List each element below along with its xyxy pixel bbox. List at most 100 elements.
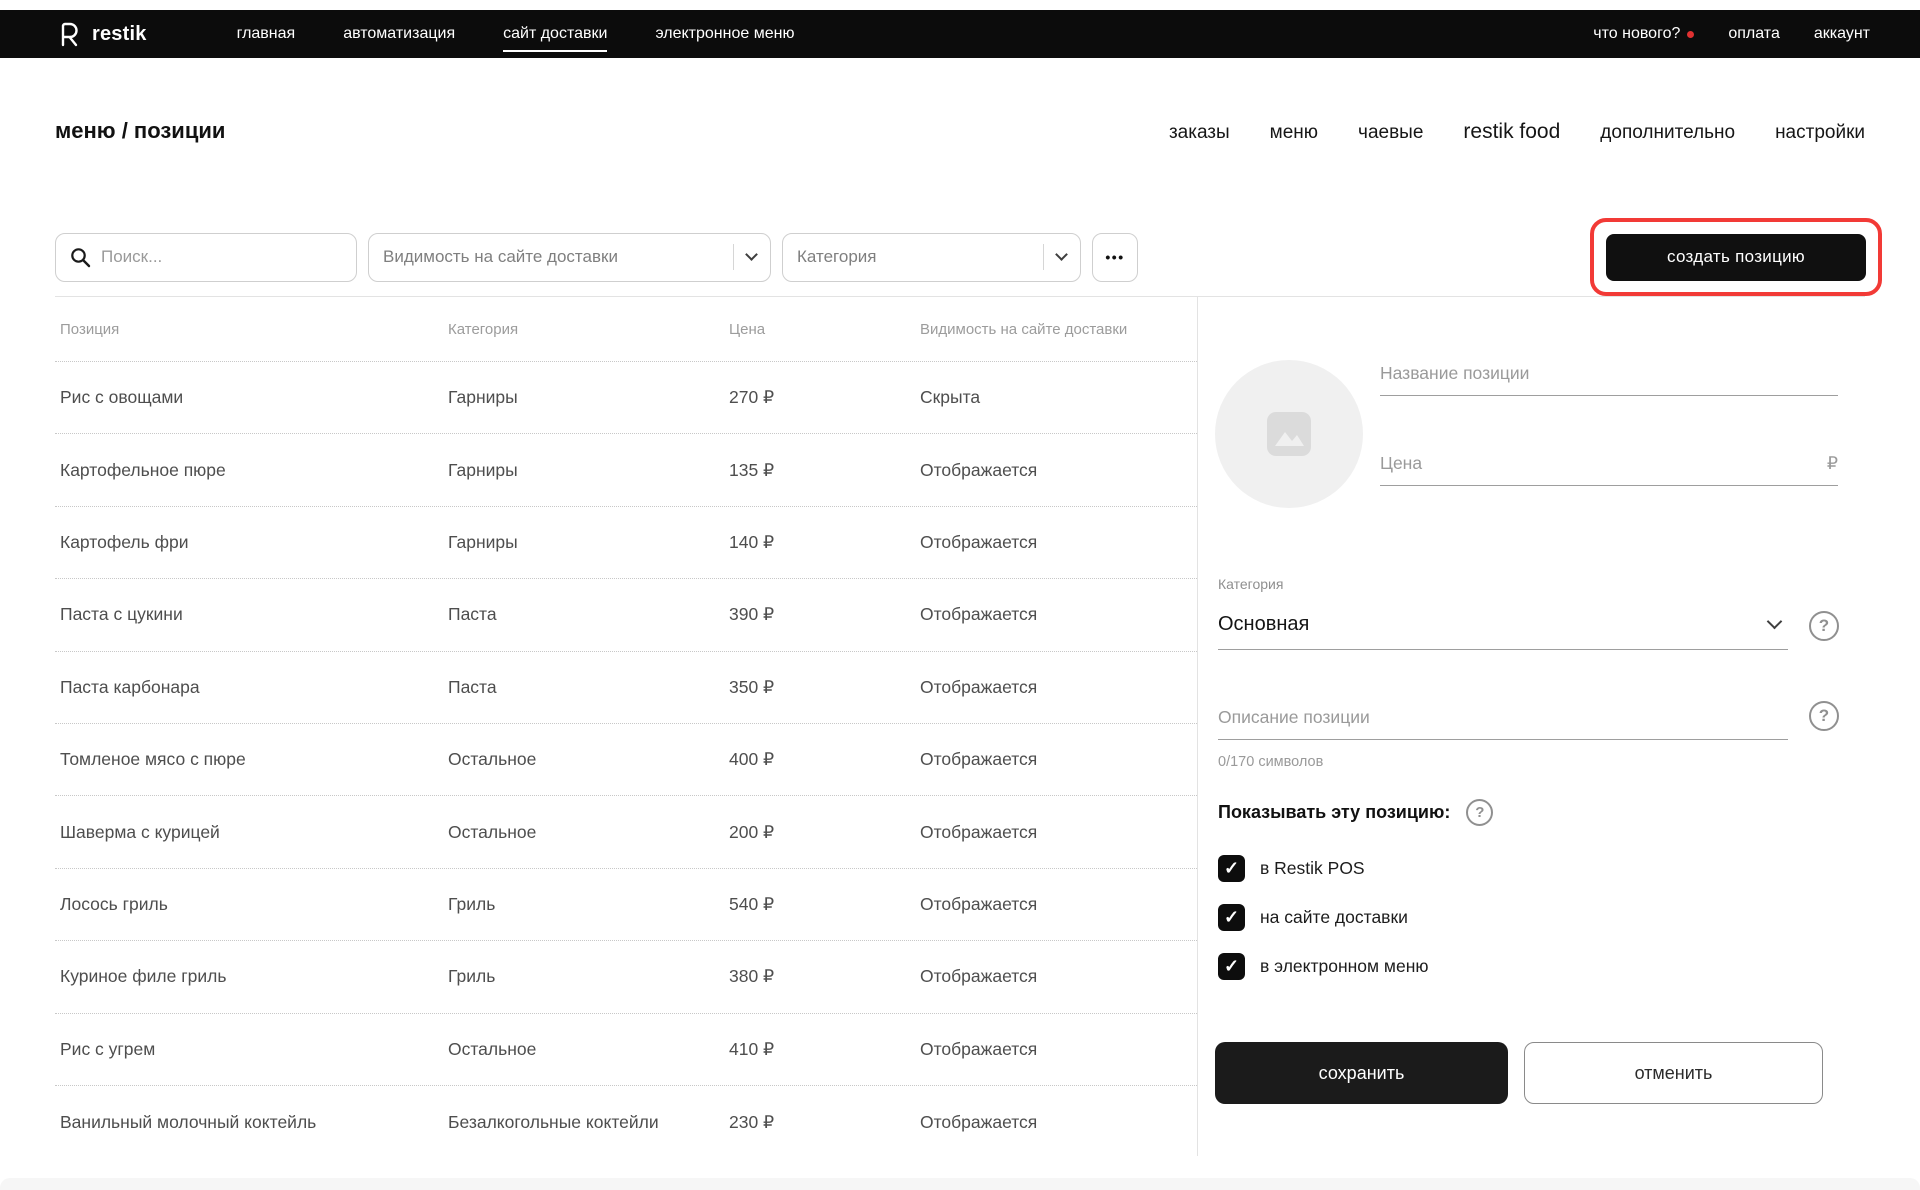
chevron-down-icon — [745, 248, 758, 261]
cell-visibility: Отображается — [920, 532, 1197, 553]
cell-category: Гриль — [448, 894, 729, 915]
create-position-button[interactable]: создать позицию — [1606, 234, 1866, 281]
cell-position: Картофельное пюре — [60, 460, 448, 481]
image-placeholder-icon — [1263, 408, 1315, 460]
cell-position: Картофель фри — [60, 532, 448, 553]
search-input[interactable]: Поиск... — [55, 233, 357, 282]
cell-visibility: Отображается — [920, 966, 1197, 987]
restik-logo[interactable]: restik — [55, 19, 147, 49]
dropdown-controls — [733, 244, 756, 270]
show-position-section: Показывать эту позицию: ? — [1218, 799, 1493, 826]
more-filters-button[interactable]: ••• — [1092, 233, 1138, 282]
position-price-field[interactable]: Цена ₽ — [1380, 436, 1838, 486]
cell-category: Паста — [448, 677, 729, 698]
cell-category: Гарниры — [448, 460, 729, 481]
checkbox-electronic-menu[interactable]: ✓ в электронном меню — [1218, 953, 1429, 980]
tab-settings[interactable]: настройки — [1775, 122, 1865, 144]
table-row[interactable]: Томленое мясо с пюре Остальное 400 ₽ Ото… — [55, 724, 1197, 796]
cell-category: Остальное — [448, 749, 729, 770]
topnav-item-delivery-site[interactable]: сайт доставки — [503, 25, 607, 43]
checkbox-delivery-site[interactable]: ✓ на сайте доставки — [1218, 904, 1408, 931]
table-row[interactable]: Картофельное пюре Гарниры 135 ₽ Отобража… — [55, 434, 1197, 506]
category-selected-value: Основная — [1218, 613, 1309, 636]
positions-table: Позиция Категория Цена Видимость на сайт… — [55, 297, 1197, 1158]
position-description-field[interactable]: Описание позиции — [1218, 692, 1788, 740]
cell-visibility: Отображается — [920, 1112, 1197, 1133]
cell-position: Лосось гриль — [60, 894, 448, 915]
cell-position: Томленое мясо с пюре — [60, 749, 448, 770]
search-icon — [70, 247, 91, 268]
cell-position: Куриное филе гриль — [60, 966, 448, 987]
table-row[interactable]: Ванильный молочный коктейль Безалкогольн… — [55, 1086, 1197, 1158]
filters-toolbar: Поиск... Видимость на сайте доставки Кат… — [55, 232, 1865, 282]
category-help-icon[interactable]: ? — [1809, 611, 1839, 641]
category-filter-dropdown[interactable]: Категория — [782, 233, 1081, 282]
position-name-field[interactable]: Название позиции — [1380, 346, 1838, 396]
table-row[interactable]: Паста с цукини Паста 390 ₽ Отображается — [55, 579, 1197, 651]
cell-price: 135 ₽ — [729, 460, 920, 481]
column-header-position: Позиция — [60, 321, 448, 338]
position-photo-upload[interactable] — [1215, 360, 1363, 508]
checkbox-label: в электронном меню — [1260, 956, 1429, 977]
topnav-item-automation[interactable]: автоматизация — [343, 25, 455, 43]
table-row[interactable]: Паста карбонара Паста 350 ₽ Отображается — [55, 652, 1197, 724]
column-header-category: Категория — [448, 321, 729, 338]
cell-category: Безалкогольные коктейли — [448, 1112, 729, 1133]
topnav-item-emenu[interactable]: электронное меню — [655, 25, 794, 43]
topnav-item-main[interactable]: главная — [237, 25, 296, 43]
table-row[interactable]: Шаверма с курицей Остальное 200 ₽ Отобра… — [55, 796, 1197, 868]
checkbox-restik-pos[interactable]: ✓ в Restik POS — [1218, 855, 1365, 882]
brand-name: restik — [92, 23, 147, 46]
tab-menu[interactable]: меню — [1270, 122, 1318, 144]
show-position-label: Показывать эту позицию: — [1218, 802, 1450, 823]
table-row[interactable]: Лосось гриль Гриль 540 ₽ Отображается — [55, 869, 1197, 941]
cell-visibility: Отображается — [920, 894, 1197, 915]
cell-position: Шаверма с курицей — [60, 822, 448, 843]
show-position-help-icon[interactable]: ? — [1466, 799, 1493, 826]
description-help-icon[interactable]: ? — [1809, 701, 1839, 731]
whats-new-link[interactable]: что нового? — [1593, 25, 1694, 43]
restik-logo-icon — [55, 19, 83, 49]
notification-dot-icon — [1687, 31, 1694, 38]
category-select[interactable]: Основная — [1218, 600, 1788, 650]
cell-visibility: Отображается — [920, 604, 1197, 625]
save-button[interactable]: сохранить — [1215, 1042, 1508, 1104]
category-field-label: Категория — [1218, 576, 1283, 592]
cell-price: 140 ₽ — [729, 532, 920, 553]
tab-additional[interactable]: дополнительно — [1600, 122, 1735, 144]
visibility-filter-dropdown[interactable]: Видимость на сайте доставки — [368, 233, 771, 282]
tab-restik-food[interactable]: restik food — [1463, 120, 1560, 144]
account-link[interactable]: аккаунт — [1814, 25, 1870, 43]
cell-price: 540 ₽ — [729, 894, 920, 915]
page-header: меню / позиции заказы меню чаевые restik… — [55, 118, 1865, 144]
cell-price: 400 ₽ — [729, 749, 920, 770]
page-title: меню / позиции — [55, 118, 225, 144]
cell-category: Гарниры — [448, 532, 729, 553]
cell-position: Ванильный молочный коктейль — [60, 1112, 448, 1133]
tab-tips[interactable]: чаевые — [1358, 122, 1423, 144]
table-row[interactable]: Рис с овощами Гарниры 270 ₽ Скрыта — [55, 362, 1197, 434]
position-name-placeholder: Название позиции — [1380, 363, 1529, 384]
more-dots-icon: ••• — [1105, 249, 1124, 265]
table-row[interactable]: Картофель фри Гарниры 140 ₽ Отображается — [55, 507, 1197, 579]
cell-visibility: Отображается — [920, 749, 1197, 770]
dropdown-controls — [1043, 244, 1066, 270]
cancel-button[interactable]: отменить — [1524, 1042, 1823, 1104]
table-row[interactable]: Рис с угрем Остальное 410 ₽ Отображается — [55, 1014, 1197, 1086]
cell-price: 230 ₽ — [729, 1112, 920, 1133]
payment-link[interactable]: оплата — [1728, 25, 1780, 43]
topnav-right: что нового? оплата аккаунт — [1593, 25, 1870, 43]
topnav-items: главная автоматизация сайт доставки элек… — [237, 25, 795, 43]
search-placeholder: Поиск... — [101, 247, 162, 267]
cell-price: 380 ₽ — [729, 966, 920, 987]
click-highlight-annotation: создать позицию — [1590, 218, 1882, 296]
column-header-price: Цена — [729, 321, 920, 338]
char-counter: 0/170 символов — [1218, 754, 1323, 770]
cell-price: 390 ₽ — [729, 604, 920, 625]
chevron-down-icon — [1767, 614, 1783, 630]
section-tabs: заказы меню чаевые restik food дополните… — [1169, 120, 1865, 144]
checkbox-checked-icon: ✓ — [1218, 904, 1245, 931]
cell-price: 270 ₽ — [729, 387, 920, 408]
table-row[interactable]: Куриное филе гриль Гриль 380 ₽ Отображае… — [55, 941, 1197, 1013]
tab-orders[interactable]: заказы — [1169, 122, 1230, 144]
